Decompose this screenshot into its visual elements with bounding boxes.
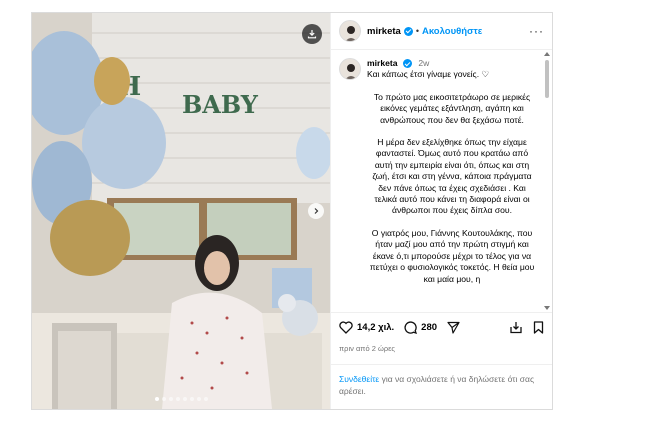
slide-dot [161, 397, 166, 401]
download-icon [307, 30, 317, 39]
caption-username[interactable]: mirketa [367, 58, 398, 68]
chevron-right-icon [314, 208, 319, 214]
next-slide-button[interactable] [308, 203, 324, 219]
caption-scrollbar[interactable] [544, 50, 550, 312]
scroll-thumb[interactable] [545, 60, 549, 98]
caption-paragraph: Η μέρα δεν εξελίχθηκε όπως την είχαμε φα… [372, 137, 532, 216]
caption-row: mirketa 2w Και κάπως έτσι γίναμε γονείς.… [339, 58, 542, 285]
comment-count[interactable]: 280 [421, 322, 437, 333]
slide-indicator [32, 397, 330, 401]
slide-dot [196, 397, 201, 401]
action-bar-right [509, 321, 544, 334]
download-button[interactable] [302, 24, 322, 44]
more-icon[interactable]: ··· [529, 24, 544, 38]
post-frame: OH BABY [31, 12, 553, 410]
follow-button[interactable]: Ακολουθήστε [422, 26, 482, 37]
login-link[interactable]: Συνδεθείτε [339, 374, 379, 384]
scroll-down-arrow[interactable] [544, 306, 550, 310]
slide-dot [203, 397, 208, 401]
comment-button[interactable]: 280 [404, 321, 437, 334]
caption-time[interactable]: 2w [418, 58, 429, 68]
caption-area[interactable]: mirketa 2w Και κάπως έτσι γίναμε γονείς.… [331, 50, 552, 312]
share-icon [447, 321, 460, 334]
caption-first-line: Και κάπως έτσι γίναμε γονείς. ♡ [367, 69, 490, 80]
share-button[interactable] [447, 321, 460, 334]
slide-dot [175, 397, 180, 401]
avatar-image [345, 64, 357, 79]
verified-badge-icon [402, 59, 412, 69]
avatar-image [345, 26, 357, 41]
slide-dot [182, 397, 187, 401]
caption-header: mirketa 2w [367, 58, 537, 69]
slide-dot [168, 397, 173, 401]
heart-icon [339, 321, 353, 334]
repost-icon[interactable] [509, 321, 523, 334]
login-prompt: Συνδεθείτε για να σχολιάσετε ή να δηλώσε… [331, 364, 552, 397]
caption-text: mirketa 2w Και κάπως έτσι γίναμε γονείς.… [367, 58, 537, 285]
post-side-panel: mirketa • Ακολουθήστε ··· mirketa 2w Και… [330, 13, 552, 409]
caption-avatar[interactable] [339, 58, 361, 80]
post-timestamp[interactable]: πριν από 2 ώρες [331, 344, 552, 364]
bookmark-icon[interactable] [533, 321, 544, 334]
post-photo: OH BABY [32, 13, 330, 409]
post-header: mirketa • Ακολουθήστε ··· [331, 13, 552, 50]
avatar[interactable] [339, 20, 361, 42]
comment-icon [404, 321, 418, 334]
banner-text-baby: BABY [182, 90, 259, 119]
slide-dot [154, 397, 159, 401]
separator-dot: • [415, 26, 419, 36]
verified-badge-icon [403, 26, 413, 36]
scroll-up-arrow[interactable] [544, 52, 550, 56]
caption-paragraph: Το πρώτο μας εικοσιτετράωρο σε μερικές ε… [373, 91, 531, 125]
like-button[interactable]: 14,2 χιλ. [339, 321, 394, 334]
like-count[interactable]: 14,2 χιλ. [357, 322, 394, 333]
username[interactable]: mirketa [367, 26, 401, 37]
caption-paragraph: Ο γιατρός μου, Γιάννης Κουτουλάκης, που … [369, 227, 535, 284]
post-media[interactable]: OH BABY [32, 13, 330, 409]
action-bar: 14,2 χιλ. 280 [331, 312, 552, 342]
slide-dot [189, 397, 194, 401]
